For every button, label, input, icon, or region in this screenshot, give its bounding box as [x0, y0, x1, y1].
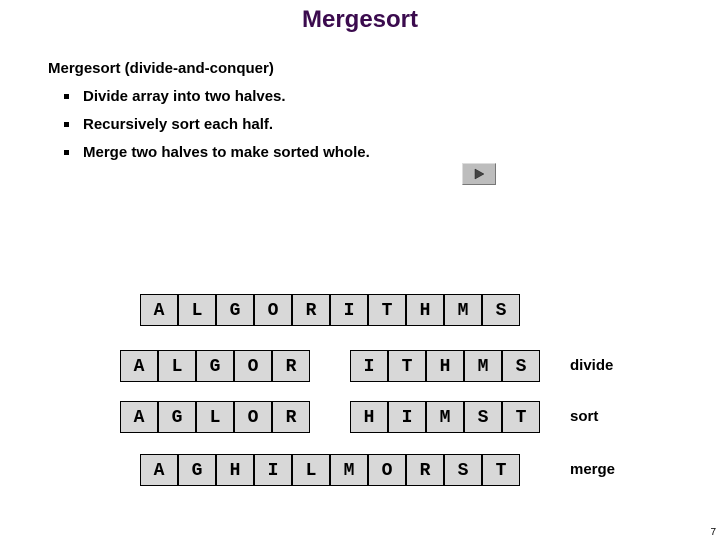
- row-label: merge: [570, 454, 615, 486]
- letter-cell: M: [464, 350, 502, 382]
- letter-cell: G: [196, 350, 234, 382]
- letter-cell: L: [158, 350, 196, 382]
- page-title: Mergesort: [0, 0, 720, 34]
- letter-cell: O: [254, 294, 292, 326]
- letter-cell: I: [330, 294, 368, 326]
- letter-cell: A: [140, 294, 178, 326]
- letter-cell: M: [426, 401, 464, 433]
- row-label: divide: [570, 350, 613, 382]
- letter-cell: T: [502, 401, 540, 433]
- letter-cell: S: [464, 401, 502, 433]
- letter-cell: H: [350, 401, 388, 433]
- letter-cell: A: [120, 401, 158, 433]
- letter-cell: H: [426, 350, 464, 382]
- letter-cell: M: [444, 294, 482, 326]
- letter-cell: T: [482, 454, 520, 486]
- letter-cell: H: [216, 454, 254, 486]
- letter-cell: A: [120, 350, 158, 382]
- letter-cell: R: [272, 401, 310, 433]
- letter-cell: I: [388, 401, 426, 433]
- letter-cell: L: [196, 401, 234, 433]
- letter-cell: M: [330, 454, 368, 486]
- letter-cell: G: [178, 454, 216, 486]
- letter-cell: R: [406, 454, 444, 486]
- letter-cell: O: [234, 350, 272, 382]
- letter-cell: R: [272, 350, 310, 382]
- bullet-item: Divide array into two halves.: [64, 83, 720, 111]
- letter-cell: T: [368, 294, 406, 326]
- letter-cell: L: [292, 454, 330, 486]
- letter-cell: S: [502, 350, 540, 382]
- letter-row: AGLOR HIMSTsort: [0, 401, 720, 435]
- page-number: 7: [710, 527, 716, 538]
- letter-cell: I: [254, 454, 292, 486]
- letter-cell: G: [216, 294, 254, 326]
- letter-cell: S: [482, 294, 520, 326]
- letter-row: AGHILMORSTmerge: [0, 454, 720, 488]
- play-button[interactable]: [462, 163, 496, 185]
- letter-cell: O: [368, 454, 406, 486]
- letter-cell: H: [406, 294, 444, 326]
- letter-cell: T: [388, 350, 426, 382]
- letter-row: ALGORITHMS: [0, 294, 720, 328]
- letter-cell: A: [140, 454, 178, 486]
- letter-cell: R: [292, 294, 330, 326]
- row-label: sort: [570, 401, 598, 433]
- letter-row: ALGOR ITHMSdivide: [0, 350, 720, 384]
- letter-cell: S: [444, 454, 482, 486]
- letter-cell: G: [158, 401, 196, 433]
- letter-cell: L: [178, 294, 216, 326]
- subtitle: Mergesort (divide-and-conquer): [48, 60, 720, 77]
- play-icon: [473, 168, 485, 180]
- bullet-item: Merge two halves to make sorted whole.: [64, 139, 720, 167]
- bullet-item: Recursively sort each half.: [64, 111, 720, 139]
- letter-cell: I: [350, 350, 388, 382]
- letter-cell: O: [234, 401, 272, 433]
- bullet-list: Divide array into two halves. Recursivel…: [64, 83, 720, 167]
